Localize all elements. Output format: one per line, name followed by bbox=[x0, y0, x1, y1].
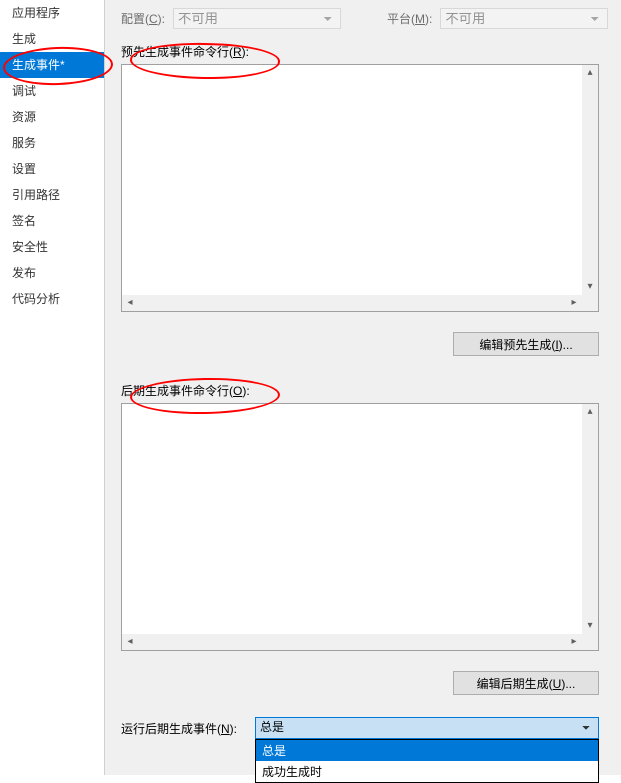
main-panel: 配置(C): 不可用 平台(M): 不可用 预先生成事件命令行(R): ▴▾ ◂… bbox=[105, 0, 621, 775]
postbuild-textbox[interactable] bbox=[122, 404, 582, 634]
config-label: 配置(C): bbox=[121, 10, 165, 27]
run-postbuild-combo[interactable]: 总是 bbox=[255, 717, 599, 739]
prebuild-label: 预先生成事件命令行(R): bbox=[121, 43, 611, 60]
postbuild-hscroll[interactable]: ◂▸ bbox=[122, 634, 582, 650]
config-combo[interactable]: 不可用 bbox=[173, 8, 341, 29]
sidebar-item-resources[interactable]: 资源 bbox=[0, 104, 104, 130]
run-postbuild-label: 运行后期生成事件(N): bbox=[121, 717, 237, 737]
platform-combo[interactable]: 不可用 bbox=[440, 8, 608, 29]
sidebar-item-security[interactable]: 安全性 bbox=[0, 234, 104, 260]
prebuild-vscroll[interactable]: ▴▾ bbox=[582, 65, 598, 295]
sidebar-item-build-events[interactable]: 生成事件* bbox=[0, 52, 104, 78]
prebuild-hscroll[interactable]: ◂▸ bbox=[122, 295, 582, 311]
sidebar-item-refpaths[interactable]: 引用路径 bbox=[0, 182, 104, 208]
prebuild-textbox-wrap: ▴▾ ◂▸ bbox=[121, 64, 599, 312]
sidebar-item-debug[interactable]: 调试 bbox=[0, 78, 104, 104]
edit-prebuild-button[interactable]: 编辑预先生成(I)... bbox=[453, 332, 599, 356]
sidebar-item-publish[interactable]: 发布 bbox=[0, 260, 104, 286]
config-platform-row: 配置(C): 不可用 平台(M): 不可用 bbox=[121, 8, 611, 29]
postbuild-label: 后期生成事件命令行(O): bbox=[121, 382, 611, 399]
run-option-always[interactable]: 总是 bbox=[256, 740, 598, 761]
sidebar-item-settings[interactable]: 设置 bbox=[0, 156, 104, 182]
platform-label: 平台(M): bbox=[387, 10, 432, 27]
sidebar-item-codeanalysis[interactable]: 代码分析 bbox=[0, 286, 104, 312]
sidebar-item-signing[interactable]: 签名 bbox=[0, 208, 104, 234]
sidebar: 应用程序 生成 生成事件* 调试 资源 服务 设置 引用路径 签名 安全性 发布… bbox=[0, 0, 105, 775]
sidebar-item-app[interactable]: 应用程序 bbox=[0, 0, 104, 26]
run-option-onsuccess[interactable]: 成功生成时 bbox=[256, 761, 598, 782]
postbuild-vscroll[interactable]: ▴▾ bbox=[582, 404, 598, 634]
sidebar-item-services[interactable]: 服务 bbox=[0, 130, 104, 156]
run-postbuild-dropdown: 总是 成功生成时 bbox=[255, 739, 599, 783]
edit-postbuild-button[interactable]: 编辑后期生成(U)... bbox=[453, 671, 599, 695]
postbuild-textbox-wrap: ▴▾ ◂▸ bbox=[121, 403, 599, 651]
prebuild-textbox[interactable] bbox=[122, 65, 582, 295]
sidebar-item-build[interactable]: 生成 bbox=[0, 26, 104, 52]
